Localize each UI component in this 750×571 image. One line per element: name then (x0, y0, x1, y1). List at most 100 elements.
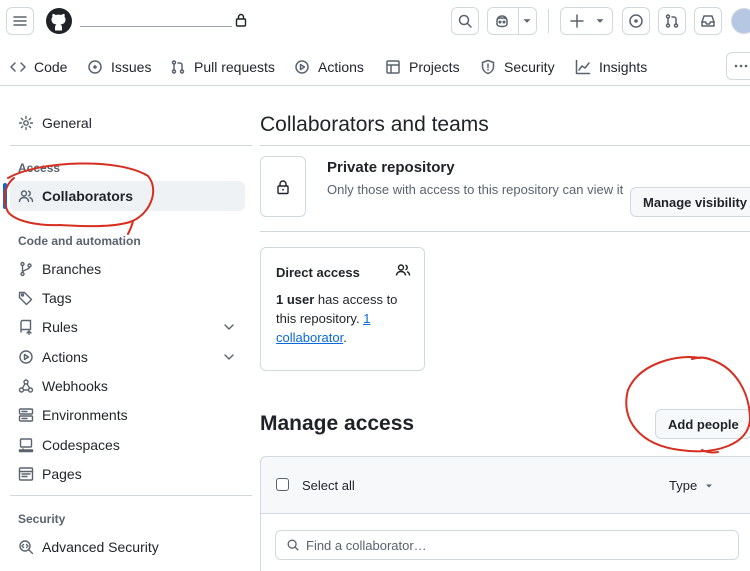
chevron-down-icon (224, 324, 234, 330)
search-icon (287, 539, 299, 551)
menu-icon (13, 16, 27, 26)
sidebar-heading-access: Access (18, 161, 61, 175)
sidebar-item-collaborators[interactable]: Collaborators (10, 181, 245, 211)
select-all-checkbox[interactable] (276, 478, 289, 491)
hamburger-menu-button[interactable] (6, 7, 34, 35)
git-pull-request-icon (171, 60, 185, 74)
title-divider (260, 145, 750, 146)
sidebar-item-tags[interactable]: Tags (10, 283, 245, 313)
sidebar-item-environments[interactable]: Environments (10, 400, 245, 430)
table-icon (386, 60, 400, 74)
pull-requests-header-button[interactable] (658, 7, 686, 35)
annotation-tail-add-people (701, 449, 719, 454)
sidebar-item-codespaces[interactable]: Codespaces (10, 430, 245, 460)
manage-visibility-button[interactable]: Manage visibility (630, 187, 750, 217)
global-header (0, 0, 750, 42)
server-icon (18, 408, 34, 422)
sidebar-item-label: Codespaces (42, 437, 120, 453)
sidebar-item-label: Advanced Security (42, 539, 159, 555)
tab-pull-requests[interactable]: Pull requests (170, 54, 275, 80)
more-tabs-button[interactable] (726, 52, 750, 80)
tab-code-label: Code (34, 59, 68, 75)
sidebar-item-pages[interactable]: Pages (10, 459, 245, 489)
tab-issues[interactable]: Issues (87, 54, 151, 80)
sidebar-item-branches[interactable]: Branches (10, 254, 245, 284)
tab-pull-requests-label: Pull requests (194, 59, 275, 75)
select-all-label[interactable]: Select all (302, 478, 355, 493)
sidebar-item-advanced-security[interactable]: Advanced Security (10, 532, 245, 562)
sidebar-divider (10, 495, 252, 496)
codescan-icon (19, 540, 34, 555)
sidebar-heading-code-automation: Code and automation (18, 234, 141, 248)
people-icon (395, 264, 411, 276)
tab-projects[interactable]: Projects (385, 54, 460, 80)
search-button[interactable] (451, 7, 479, 35)
sidebar-item-rules[interactable]: Rules (10, 312, 245, 342)
copilot-icon (496, 15, 508, 28)
inbox-button[interactable] (694, 7, 722, 35)
issues-header-button[interactable] (622, 7, 650, 35)
tag-icon (18, 291, 33, 306)
chevron-down-icon (523, 19, 531, 23)
user-count: 1 user (276, 292, 315, 307)
chevron-down-icon (224, 354, 234, 360)
git-pull-request-icon (665, 14, 679, 28)
kebab-horizontal-icon (734, 64, 748, 68)
shield-icon (481, 59, 495, 75)
active-indicator (3, 183, 7, 209)
sidebar-item-actions[interactable]: Actions (10, 342, 245, 372)
lock-icon (235, 13, 247, 27)
collaborators-table-header: Select all Type (260, 456, 750, 514)
tab-issues-label: Issues (111, 59, 152, 75)
search-icon (458, 14, 472, 28)
sidebar-heading-security: Security (18, 512, 66, 526)
gear-icon (18, 115, 34, 131)
visibility-divider (260, 231, 750, 232)
sidebar-item-label: Branches (42, 261, 102, 277)
tab-security-label: Security (504, 59, 555, 75)
avatar[interactable] (731, 8, 750, 34)
people-icon (18, 190, 34, 203)
sidebar-item-label: Collaborators (42, 188, 134, 204)
add-people-button[interactable]: Add people (655, 409, 750, 439)
create-new-button[interactable] (560, 7, 613, 35)
triangle-down-icon (706, 484, 713, 487)
page-title: Collaborators and teams (260, 113, 489, 136)
find-collaborator-input[interactable]: Find a collaborator… (275, 530, 739, 560)
repo-name-redacted[interactable] (80, 15, 232, 27)
inbox-icon (701, 15, 715, 27)
visibility-description: Only those with access to this repositor… (327, 182, 624, 197)
play-icon (19, 350, 33, 364)
sidebar-item-label: Actions (42, 349, 88, 365)
tab-actions[interactable]: Actions (294, 54, 364, 80)
sidebar-item-label: General (42, 115, 92, 131)
direct-access-title: Direct access (276, 265, 360, 280)
lock-icon (277, 179, 289, 194)
plus-icon (570, 14, 584, 28)
issue-opened-icon (629, 14, 643, 28)
code-icon (10, 62, 26, 72)
tab-insights-label: Insights (599, 59, 648, 75)
type-filter-dropdown[interactable]: Type (669, 478, 715, 493)
sidebar-item-label: Tags (42, 290, 72, 306)
webhook-icon (18, 379, 34, 393)
header-divider (548, 9, 549, 33)
sidebar-item-label: Pages (42, 466, 82, 482)
copilot-button[interactable] (487, 7, 537, 35)
tab-actions-label: Actions (318, 59, 364, 75)
sidebar-divider (10, 145, 252, 146)
tab-insights[interactable]: Insights (575, 54, 647, 80)
manage-access-title: Manage access (260, 412, 415, 435)
type-filter-label: Type (669, 478, 698, 493)
sidebar-item-label: Rules (42, 319, 78, 335)
git-branch-icon (20, 261, 32, 277)
chevron-down-icon (596, 19, 604, 23)
sidebar-item-label: Environments (42, 407, 128, 423)
direct-access-text: 1 user has access to this repository. 1 … (276, 290, 416, 347)
sidebar-item-webhooks[interactable]: Webhooks (10, 371, 245, 401)
tab-security[interactable]: Security (480, 54, 555, 80)
github-logo-icon[interactable] (45, 7, 73, 35)
tab-code[interactable]: Code (10, 54, 67, 80)
browser-icon (18, 467, 34, 481)
sidebar-item-general[interactable]: General (10, 108, 245, 138)
